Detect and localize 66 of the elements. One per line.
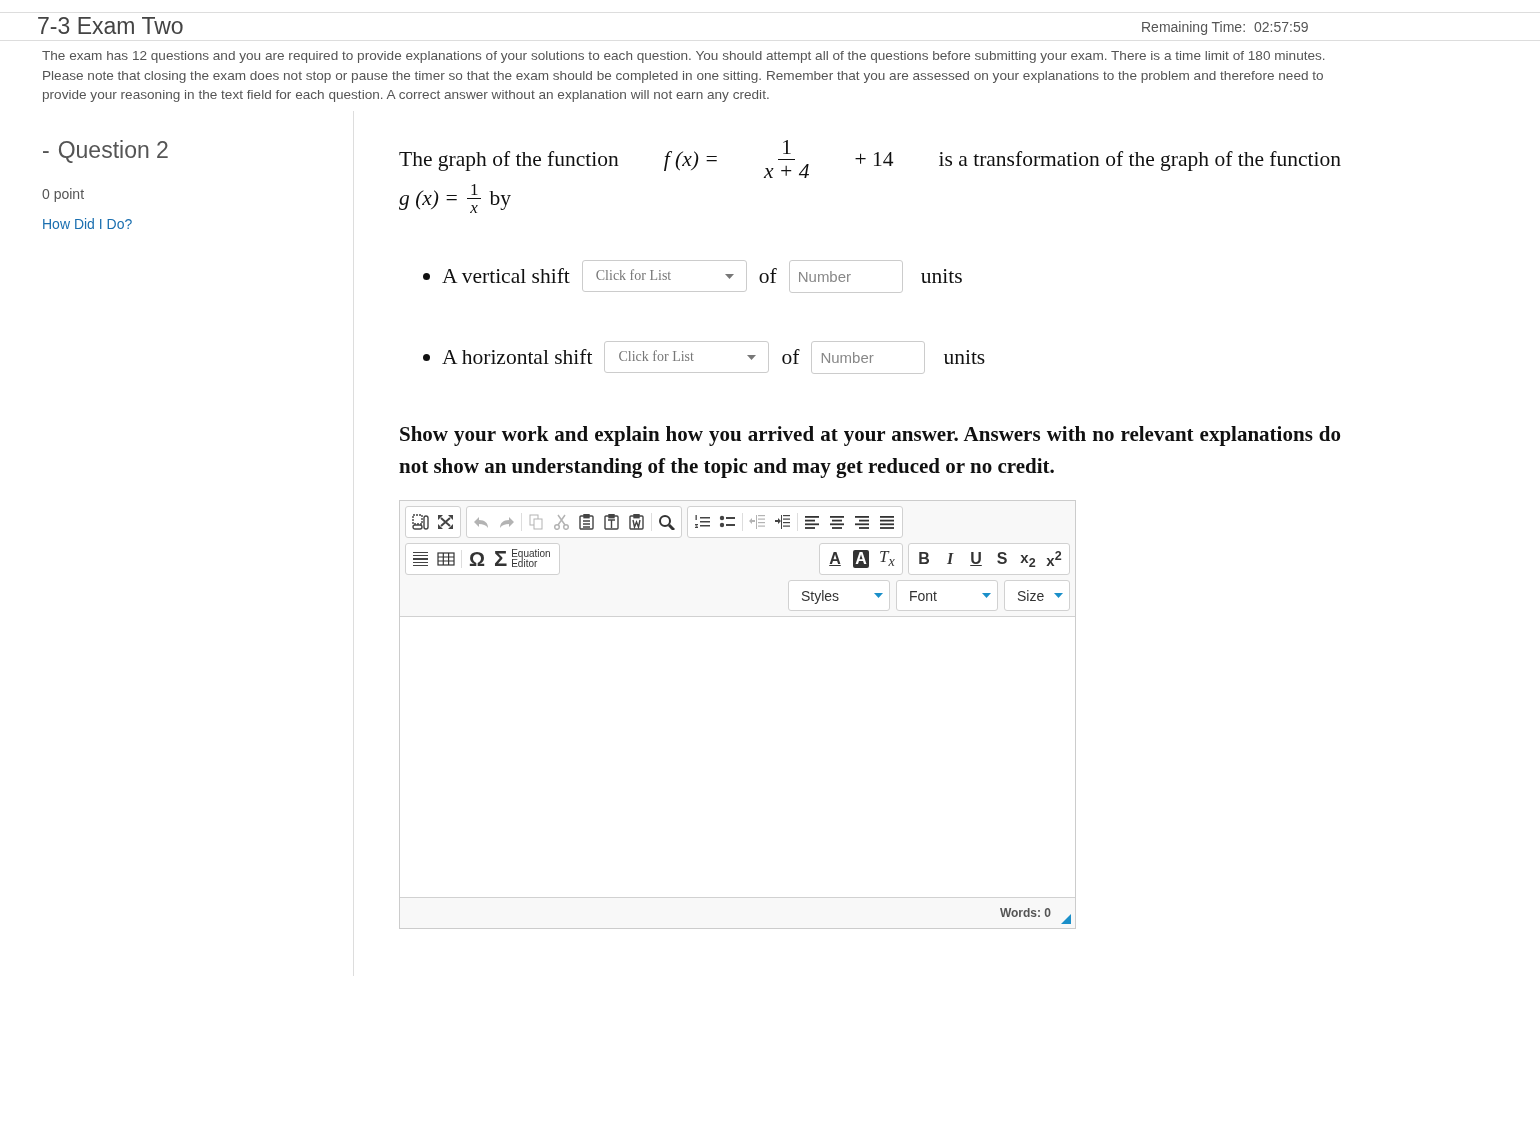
caret-icon: [982, 593, 991, 599]
underline-button[interactable]: U: [963, 547, 989, 572]
special-character-button[interactable]: Ω: [464, 547, 490, 572]
fraction: 1 x + 4: [763, 136, 810, 183]
question-title: Question 2: [57, 136, 169, 164]
maximize-icon: [437, 514, 454, 531]
toolbar-dropdown[interactable]: Font: [896, 580, 998, 612]
sup-button[interactable]: x$^{2}$: [1041, 547, 1067, 572]
clipboard-icon: [578, 514, 595, 531]
sub-button[interactable]: x$_{2}$: [1015, 547, 1041, 572]
number-field[interactable]: Number: [811, 340, 926, 374]
units-label: units: [920, 263, 963, 289]
toolbar-dropdown[interactable]: Size: [1004, 580, 1070, 612]
bullet-dot: [423, 272, 430, 280]
clipboard-word-icon: [628, 514, 645, 531]
table-icon: [437, 551, 455, 568]
remaining-time-label: Remaining Time:: [1141, 18, 1247, 35]
of-label: of: [781, 344, 800, 370]
resize-handle-icon[interactable]: [1061, 914, 1071, 925]
function-term: + 14: [854, 147, 894, 172]
units-label: units: [943, 344, 986, 370]
strike-button[interactable]: S: [989, 547, 1015, 572]
question-text: by: [489, 186, 511, 212]
points-label: 0 point: [42, 185, 86, 202]
align-left-icon: [804, 514, 821, 531]
caret-icon: [724, 273, 734, 279]
of-label: of: [758, 263, 777, 289]
number-field[interactable]: Number: [788, 259, 903, 293]
clipboard-text-icon: [603, 514, 620, 531]
page-title: 7-3 Exam Two: [37, 13, 185, 40]
bold-button[interactable]: B: [911, 547, 937, 572]
collapse-toggle[interactable]: -: [42, 136, 50, 164]
scissors-icon: [553, 514, 570, 531]
align-center-icon: [829, 514, 846, 531]
numbered-list-icon: [694, 514, 711, 531]
question-text: is a transformation of the graph of the function: [938, 147, 1341, 172]
shift-label: A horizontal shift: [442, 344, 593, 370]
list-dropdown[interactable]: Click for List: [604, 341, 770, 374]
italic-button[interactable]: I: [937, 547, 963, 572]
bullet-dot: [423, 353, 430, 361]
clear-button[interactable]: T$_{x}$: [874, 547, 900, 572]
question-text: The graph of the function: [399, 147, 619, 172]
toolbar-dropdown[interactable]: Styles: [788, 580, 890, 612]
horizontal-lines-icon: [412, 551, 429, 568]
how-did-i-do-link[interactable]: How Did I Do?: [42, 215, 133, 232]
bg-color-button[interactable]: A: [848, 547, 874, 572]
copy-icon: [528, 514, 545, 531]
outdent-icon: [749, 514, 766, 531]
shift-label: A vertical shift: [442, 263, 570, 289]
source-icon: [412, 514, 429, 531]
search-icon: [658, 514, 675, 531]
function-lhs: f (x) =: [663, 147, 719, 172]
align-right-icon: [854, 514, 871, 531]
word-count: Words: 0: [999, 906, 1051, 921]
caret-icon: [874, 593, 883, 599]
text-color-button[interactable]: A: [822, 547, 848, 572]
exam-instructions: The exam has 12 questions and you are required to provide explanations of your solutions to each question. You should attempt all of the questions before submitting your exam. There is a time limit of 180 minutes. Please note that closing the exam does not stop or pause the timer so that the exam should be completed in one sitting. Remember that you are assessed on your explanations to the problem and therefore need to provide your reasoning in the text field for each question. A correct answer without an explanation will not earn any credit.: [42, 47, 1327, 104]
indent-icon: [774, 514, 791, 531]
caret-icon: [747, 354, 757, 360]
work-prompt: Show your work and explain how you arrived at your answer. Answers with no relevant explanations do not show an understanding of the topic and may get reduced or no credit.: [399, 421, 1341, 481]
caret-icon: [1054, 593, 1063, 599]
fraction: 1 x: [466, 180, 482, 218]
justify-icon: [879, 514, 896, 531]
list-dropdown[interactable]: Click for List: [581, 260, 747, 293]
function-lhs: g (x) =: [399, 186, 459, 212]
remaining-time-value: 02:57:59: [1254, 18, 1309, 35]
